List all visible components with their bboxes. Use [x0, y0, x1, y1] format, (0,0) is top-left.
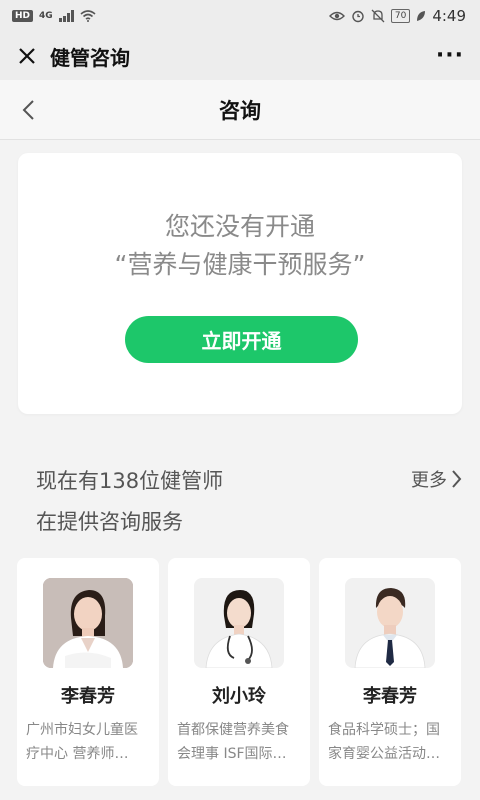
- mute-icon: [371, 9, 385, 23]
- more-label: 更多: [411, 470, 447, 491]
- wifi-icon: [80, 10, 96, 22]
- status-bar-left: HD 4G: [12, 10, 96, 22]
- leaf-icon: [417, 11, 426, 21]
- male-doctor-avatar: [345, 578, 435, 668]
- alarm-icon: [352, 10, 364, 23]
- doctor-description: 食品科学硕士；国家育婴公益活动…: [328, 722, 440, 762]
- status-bar-right: 70 4:49: [328, 7, 466, 25]
- consultant-service-text: 在提供咨询服务: [36, 510, 183, 534]
- status-time: 4:49: [432, 7, 466, 25]
- more-options-button[interactable]: ···: [436, 45, 464, 67]
- female-doctor-avatar: [43, 578, 133, 668]
- promo-text-line2: “营养与健康干预服务”: [114, 250, 366, 279]
- doctor-card[interactable]: 刘小玲 首都保健营养美食会理事 ISF国际…: [168, 558, 310, 786]
- back-button[interactable]: [14, 96, 42, 124]
- doctor-card[interactable]: 李春芳 食品科学硕士；国家育婴公益活动…: [319, 558, 461, 786]
- app-title: 健管咨询: [50, 45, 130, 70]
- chevron-right-icon: [452, 470, 462, 488]
- doctor-name: 李春芳: [363, 686, 417, 707]
- close-icon: [19, 48, 35, 64]
- page-title: 咨询: [219, 98, 261, 123]
- service-promo-card: 您还没有开通 “营养与健康干预服务” 立即开通: [18, 153, 462, 414]
- page-nav-bar: 咨询: [0, 80, 480, 140]
- doctor-description: 首都保健营养美食会理事 ISF国际…: [177, 722, 289, 762]
- doctor-description: 广州市妇女儿童医疗中心 营养师…: [26, 722, 138, 762]
- doctor-card[interactable]: 李春芳 广州市妇女儿童医疗中心 营养师…: [17, 558, 159, 786]
- more-link[interactable]: 更多: [411, 466, 462, 492]
- female-doctor-stethoscope-avatar: [194, 578, 284, 668]
- signal-icon: [58, 10, 74, 22]
- doctor-name: 李春芳: [61, 686, 115, 707]
- consultant-count-text: 现在有138位健管师: [36, 469, 224, 493]
- promo-text-line1: 您还没有开通: [164, 212, 315, 241]
- hd-icon: HD: [12, 10, 34, 22]
- network-type: 4G: [39, 11, 53, 21]
- app-title-bar: 健管咨询 ···: [0, 32, 480, 80]
- status-bar: HD 4G 70 4:49: [0, 0, 480, 32]
- chevron-left-icon: [22, 100, 34, 120]
- activate-now-button[interactable]: 立即开通: [125, 316, 358, 363]
- battery-icon: 70: [390, 9, 411, 23]
- doctor-name: 刘小玲: [212, 686, 266, 707]
- close-button[interactable]: [16, 45, 38, 67]
- eye-icon: [328, 11, 345, 21]
